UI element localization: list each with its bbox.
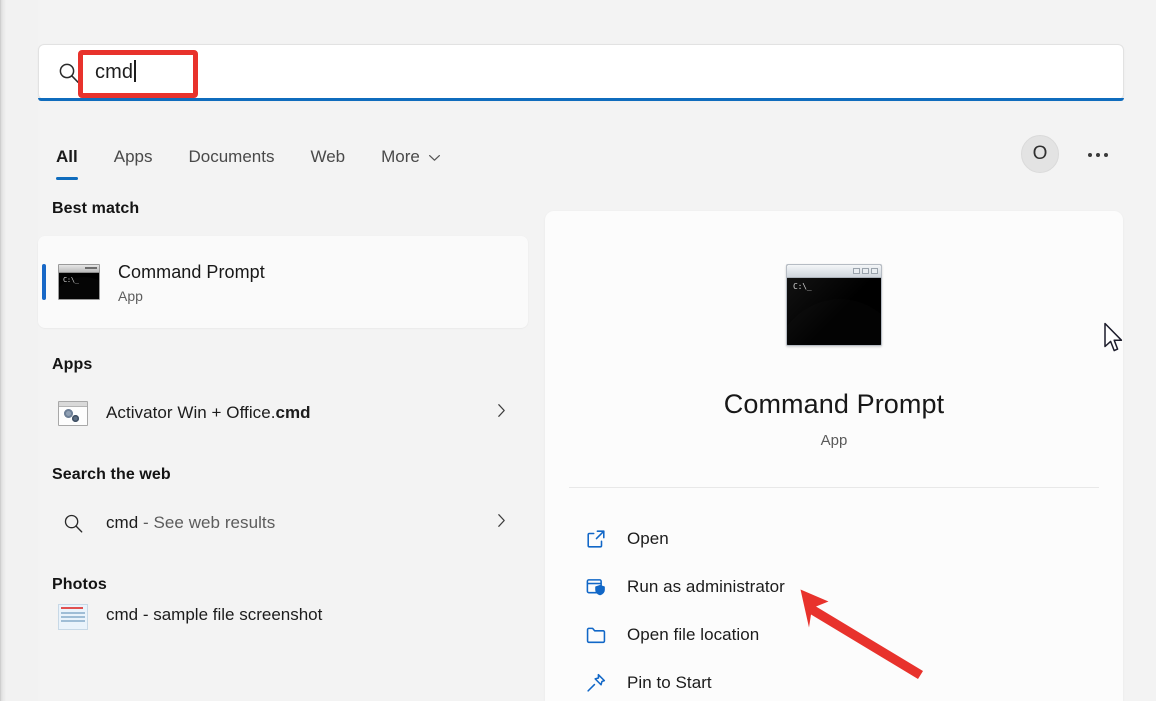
results-list: Best match C:\_ Command Prompt App Apps <box>38 200 538 701</box>
shield-window-icon <box>583 574 609 600</box>
chevron-down-icon <box>428 144 441 170</box>
tab-apps[interactable]: Apps <box>96 138 171 176</box>
command-prompt-icon-text: C:\_ <box>63 276 79 284</box>
action-open[interactable]: Open <box>545 515 1123 563</box>
best-match-title: Command Prompt <box>118 260 265 284</box>
chevron-right-icon[interactable] <box>497 403 506 423</box>
action-run-as-administrator-label: Run as administrator <box>627 577 785 597</box>
best-match-subtitle: App <box>118 287 265 305</box>
command-prompt-icon-text: C:\_ <box>793 282 811 291</box>
tab-documents[interactable]: Documents <box>170 138 292 176</box>
tab-more[interactable]: More <box>363 138 459 176</box>
section-heading-best-match: Best match <box>38 200 538 218</box>
web-query-suffix: - See web results <box>138 513 275 532</box>
app-name-match: cmd <box>275 403 310 422</box>
preview-panel: C:\_ Command Prompt App Open <box>545 211 1123 701</box>
action-run-as-administrator[interactable]: Run as administrator <box>545 563 1123 611</box>
divider <box>569 487 1099 488</box>
page-title: Command Prompt <box>545 386 1123 422</box>
tab-web[interactable]: Web <box>292 138 363 176</box>
best-match-card[interactable]: C:\_ Command Prompt App <box>38 236 528 328</box>
tab-documents-label: Documents <box>188 144 274 170</box>
action-open-file-location-label: Open file location <box>627 625 759 645</box>
search-query-text: cmd <box>95 61 133 83</box>
action-pin-to-start-label: Pin to Start <box>627 673 712 693</box>
search-box[interactable] <box>38 44 1124 100</box>
preview-subtitle: App <box>545 431 1123 451</box>
selection-indicator <box>42 264 46 300</box>
photo-thumbnail <box>58 604 88 630</box>
open-external-icon <box>583 526 609 552</box>
tab-web-label: Web <box>310 144 345 170</box>
tab-all[interactable]: All <box>38 138 96 176</box>
script-file-icon <box>58 401 88 426</box>
app-name-plain: Activator Win + Office. <box>106 403 275 422</box>
section-heading-photos: Photos <box>38 576 538 594</box>
window-left-gutter <box>6 0 38 701</box>
text-caret <box>134 60 136 82</box>
search-filter-tabs: All Apps Documents Web More <box>38 138 459 180</box>
search-icon <box>58 510 88 536</box>
list-item-photo[interactable]: cmd - sample file screenshot <box>38 604 528 644</box>
avatar-initial: O <box>1033 143 1048 165</box>
search-input[interactable]: cmd <box>95 58 136 86</box>
pin-icon <box>583 670 609 696</box>
tab-all-label: All <box>56 144 78 170</box>
more-options-icon[interactable] <box>1080 140 1116 170</box>
windows-search-window: cmd All Apps Documents Web More O <box>0 0 1156 701</box>
action-pin-to-start[interactable]: Pin to Start <box>545 659 1123 701</box>
tab-more-label: More <box>381 144 420 170</box>
section-heading-search-the-web: Search the web <box>38 466 538 484</box>
web-query-text: cmd <box>106 513 138 532</box>
avatar[interactable]: O <box>1021 135 1059 173</box>
list-item-label: Activator Win + Office.cmd <box>106 403 311 423</box>
list-item-label: cmd - sample file screenshot <box>106 604 322 626</box>
folder-icon <box>583 622 609 648</box>
tab-apps-label: Apps <box>114 144 153 170</box>
window-controls-icon <box>853 268 878 274</box>
section-heading-apps: Apps <box>38 356 538 374</box>
list-item-app[interactable]: Activator Win + Office.cmd <box>38 390 528 436</box>
action-open-label: Open <box>627 529 669 549</box>
action-open-file-location[interactable]: Open file location <box>545 611 1123 659</box>
preview-action-list: Open Run as administrator <box>545 515 1123 701</box>
list-item-web[interactable]: cmd - See web results <box>38 500 528 546</box>
command-prompt-icon: C:\_ <box>786 264 882 346</box>
command-prompt-icon: C:\_ <box>58 264 100 300</box>
list-item-label: cmd - See web results <box>106 513 275 533</box>
chevron-right-icon[interactable] <box>497 513 506 533</box>
search-box-accent-underline <box>38 98 1124 101</box>
search-icon <box>58 62 80 84</box>
